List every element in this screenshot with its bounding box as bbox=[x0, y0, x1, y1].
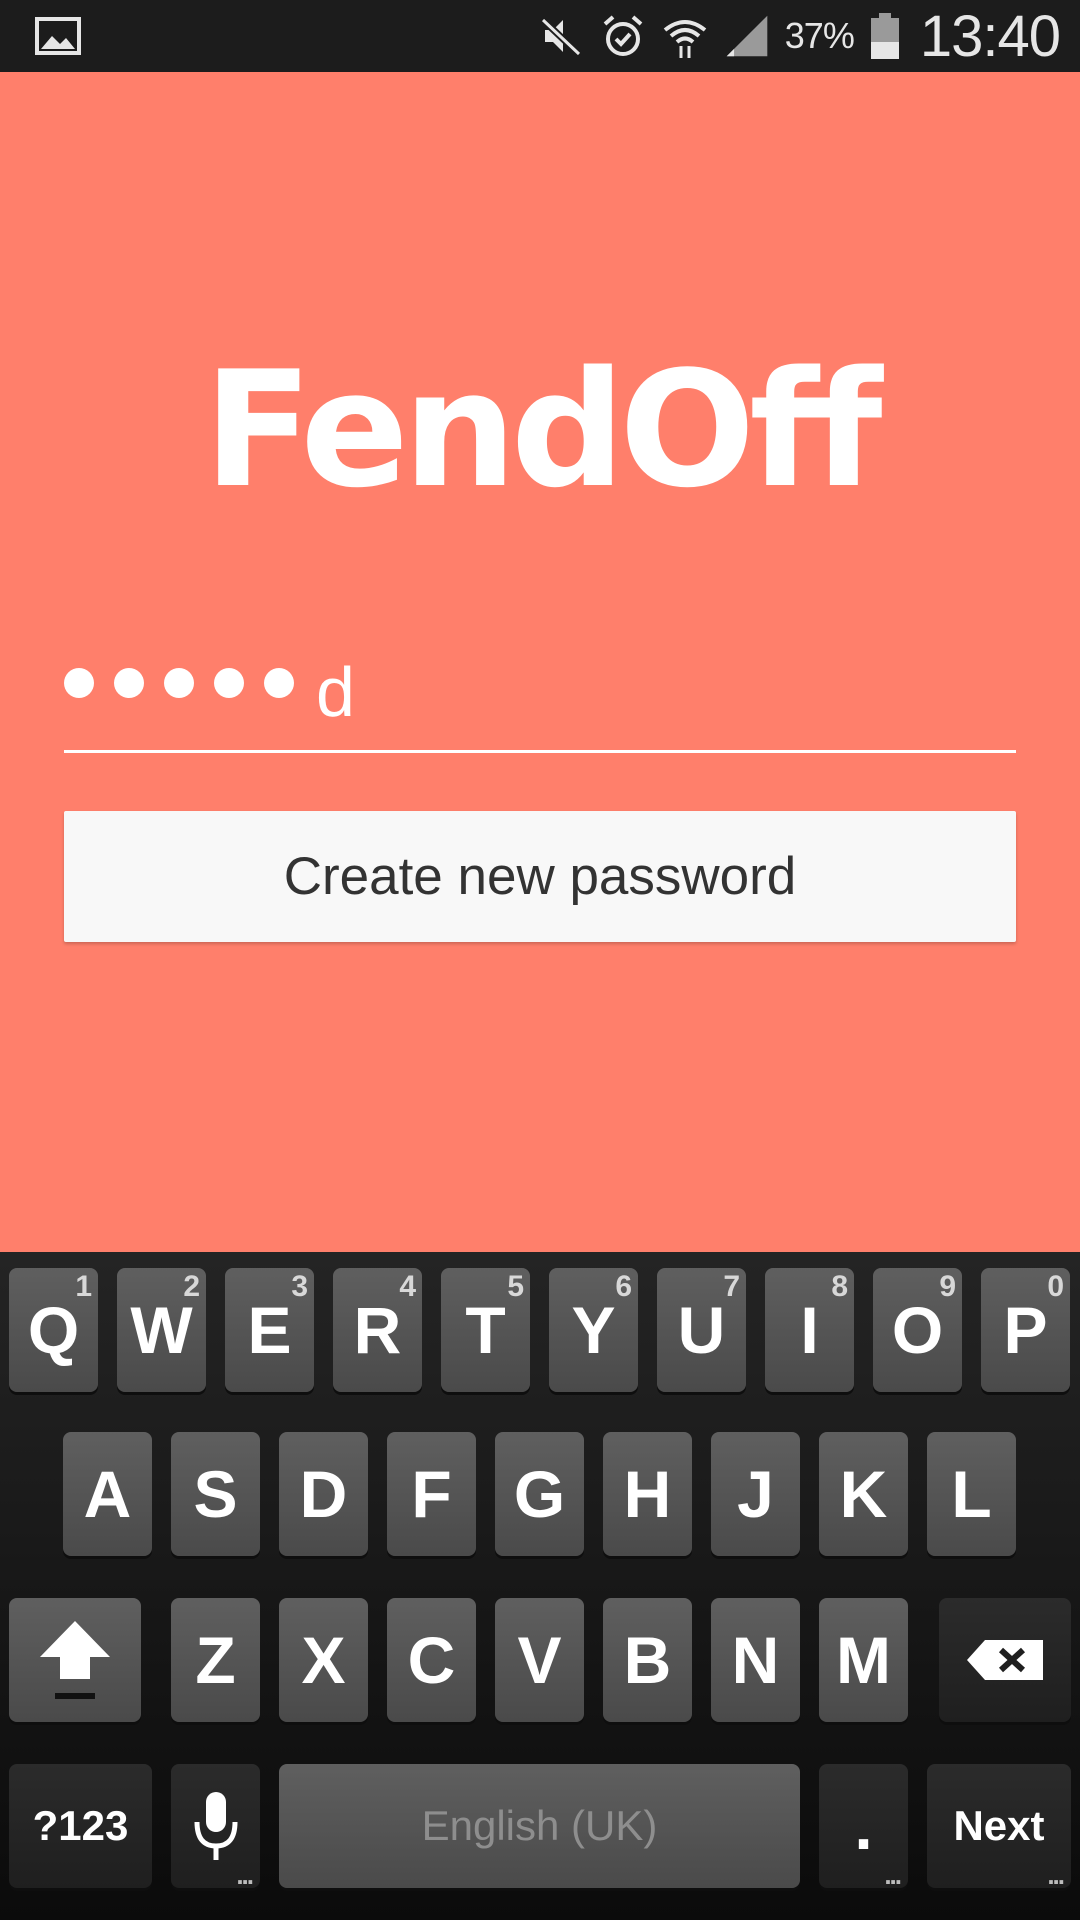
key-c[interactable]: C bbox=[387, 1598, 476, 1722]
shift-key[interactable] bbox=[9, 1598, 141, 1722]
backspace-key[interactable] bbox=[939, 1598, 1071, 1722]
key-label: Y bbox=[571, 1293, 616, 1367]
status-bar: 37% 13:40 bbox=[0, 0, 1080, 72]
backspace-icon bbox=[967, 1640, 1043, 1680]
period-label: . bbox=[854, 1789, 873, 1863]
key-u[interactable]: U7 bbox=[657, 1268, 746, 1392]
key-label: P bbox=[1003, 1293, 1048, 1367]
key-h[interactable]: H bbox=[603, 1432, 692, 1556]
key-hint: 9 bbox=[939, 1270, 956, 1303]
key-x[interactable]: X bbox=[279, 1598, 368, 1722]
key-y[interactable]: Y6 bbox=[549, 1268, 638, 1392]
masked-character-dot bbox=[64, 668, 94, 698]
clock: 13:40 bbox=[919, 3, 1061, 69]
keyboard: Q1 W2 E3 R4 T5 Y6 U7 I8 O9 P0 A S D F G … bbox=[0, 1252, 1080, 1920]
key-label: E bbox=[247, 1293, 292, 1367]
key-s[interactable]: S bbox=[171, 1432, 260, 1556]
alarm-icon bbox=[599, 12, 647, 60]
symbols-label: ?123 bbox=[32, 1802, 129, 1849]
key-label: O bbox=[891, 1293, 944, 1367]
key-hint: 2 bbox=[183, 1270, 200, 1303]
more-options-icon: ... bbox=[884, 1860, 902, 1890]
key-f[interactable]: F bbox=[387, 1432, 476, 1556]
masked-character-dot bbox=[264, 668, 294, 698]
app-title: FendOff bbox=[203, 336, 883, 523]
key-r[interactable]: R4 bbox=[333, 1268, 422, 1392]
more-options-icon: ... bbox=[236, 1860, 254, 1890]
gallery-icon bbox=[34, 16, 82, 56]
signal-icon bbox=[723, 12, 771, 60]
key-e[interactable]: E3 bbox=[225, 1268, 314, 1392]
key-g[interactable]: G bbox=[495, 1432, 584, 1556]
key-i[interactable]: I8 bbox=[765, 1268, 854, 1392]
masked-character-dot bbox=[114, 668, 144, 698]
microphone-key[interactable]: ... bbox=[171, 1764, 260, 1888]
key-a[interactable]: A bbox=[63, 1432, 152, 1556]
more-options-icon: ... bbox=[1047, 1860, 1065, 1890]
masked-character-dot bbox=[164, 668, 194, 698]
key-hint: 3 bbox=[291, 1270, 308, 1303]
key-label: R bbox=[353, 1293, 402, 1367]
key-j[interactable]: J bbox=[711, 1432, 800, 1556]
microphone-icon bbox=[194, 1792, 237, 1860]
key-n[interactable]: N bbox=[711, 1598, 800, 1722]
key-hint: 5 bbox=[507, 1270, 524, 1303]
key-w[interactable]: W2 bbox=[117, 1268, 206, 1392]
key-label: I bbox=[800, 1293, 819, 1367]
masked-characters bbox=[64, 668, 294, 698]
key-hint: 0 bbox=[1047, 1270, 1064, 1303]
key-label: T bbox=[465, 1293, 506, 1367]
status-icons: 37% 13:40 bbox=[537, 0, 1061, 72]
key-d[interactable]: D bbox=[279, 1432, 368, 1556]
key-k[interactable]: K bbox=[819, 1432, 908, 1556]
symbols-key[interactable]: ?123 bbox=[9, 1764, 152, 1888]
key-hint: 4 bbox=[399, 1270, 416, 1303]
shift-icon bbox=[40, 1621, 110, 1699]
key-v[interactable]: V bbox=[495, 1598, 584, 1722]
key-label: Q bbox=[27, 1293, 80, 1367]
key-q[interactable]: Q1 bbox=[9, 1268, 98, 1392]
key-l[interactable]: L bbox=[927, 1432, 1016, 1556]
key-b[interactable]: B bbox=[603, 1598, 692, 1722]
wifi-icon bbox=[661, 12, 709, 60]
app-root: 37% 13:40 FendOff d Create new password … bbox=[0, 0, 1080, 1920]
key-m[interactable]: M bbox=[819, 1598, 908, 1722]
period-key[interactable]: .... bbox=[819, 1764, 908, 1888]
battery-percent: 37% bbox=[784, 15, 855, 56]
next-key[interactable]: Next... bbox=[927, 1764, 1071, 1888]
typed-character: d bbox=[316, 653, 355, 731]
space-key[interactable]: English (UK) bbox=[279, 1764, 800, 1888]
key-hint: 6 bbox=[615, 1270, 632, 1303]
key-hint: 8 bbox=[831, 1270, 848, 1303]
password-field[interactable]: d bbox=[64, 640, 1016, 753]
key-p[interactable]: P0 bbox=[981, 1268, 1070, 1392]
create-password-button[interactable]: Create new password bbox=[64, 811, 1016, 942]
masked-character-dot bbox=[214, 668, 244, 698]
battery-icon bbox=[868, 12, 902, 60]
next-label: Next bbox=[953, 1802, 1045, 1849]
key-t[interactable]: T5 bbox=[441, 1268, 530, 1392]
key-hint: 1 bbox=[75, 1270, 92, 1303]
space-label: English (UK) bbox=[421, 1802, 658, 1849]
mute-icon bbox=[537, 12, 585, 60]
key-label: U bbox=[677, 1293, 726, 1367]
key-hint: 7 bbox=[723, 1270, 740, 1303]
key-o[interactable]: O9 bbox=[873, 1268, 962, 1392]
key-z[interactable]: Z bbox=[171, 1598, 260, 1722]
